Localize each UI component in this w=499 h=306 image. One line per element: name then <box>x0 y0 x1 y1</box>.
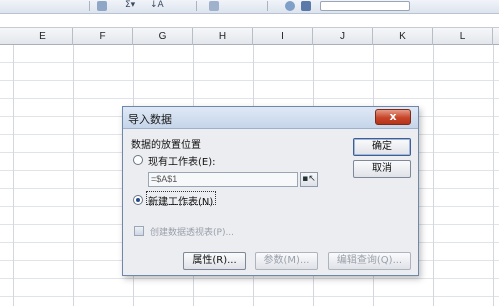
drawing-icon[interactable] <box>301 1 311 11</box>
help-icon[interactable] <box>285 1 295 11</box>
new-sheet-radio[interactable] <box>133 195 143 205</box>
properties-button[interactable]: 属性(R)... <box>183 252 246 270</box>
column-header-g[interactable]: G <box>133 28 193 45</box>
toolbar-separator <box>196 1 197 11</box>
placement-section-label: 数据的放置位置 <box>131 140 201 151</box>
column-header-row: E F G H I J K L <box>0 27 499 45</box>
chart-icon[interactable] <box>209 1 219 11</box>
import-data-dialog: 导入数据 x 数据的放置位置 现有工作表(E): =$A$1 ▪↖ 新建工作表(… <box>122 106 419 276</box>
column-header-i[interactable]: I <box>253 28 313 45</box>
column-header-l[interactable]: L <box>433 28 493 45</box>
cell-reference-input[interactable]: =$A$1 <box>148 172 298 187</box>
column-header-j[interactable]: J <box>313 28 373 45</box>
sort-icon[interactable]: Σ▾ <box>125 0 135 10</box>
range-collapse-icon: ▪↖ <box>302 174 316 184</box>
toolbar: Σ▾ ↓A <box>0 0 499 14</box>
existing-sheet-label[interactable]: 现有工作表(E): <box>148 153 216 168</box>
existing-sheet-radio[interactable] <box>133 155 143 165</box>
close-icon: x <box>389 110 397 123</box>
toolbar-separator <box>89 1 90 11</box>
ok-button[interactable]: 确定 <box>353 138 411 156</box>
create-pivot-link[interactable]: 创建数据透视表(P)... <box>150 225 234 238</box>
pivot-table-icon <box>134 226 144 236</box>
new-sheet-label[interactable]: 新建工作表(N) <box>148 193 213 208</box>
cancel-button[interactable]: 取消 <box>353 160 411 178</box>
zoom-box[interactable] <box>320 1 410 11</box>
toolbar-separator <box>267 1 268 11</box>
column-header-h[interactable]: H <box>193 28 253 45</box>
column-header-e[interactable]: E <box>13 28 73 45</box>
sort-ascending-icon[interactable]: ↓A <box>150 0 164 10</box>
close-button[interactable]: x <box>375 109 411 125</box>
column-header-k[interactable]: K <box>373 28 433 45</box>
dialog-titlebar[interactable]: 导入数据 x <box>123 107 418 129</box>
parameters-button[interactable]: 参数(M)... <box>255 252 318 270</box>
toolbar-button-icon[interactable] <box>97 1 107 11</box>
dialog-title: 导入数据 <box>128 113 172 126</box>
range-collapse-button[interactable]: ▪↖ <box>300 172 318 187</box>
column-header-f[interactable]: F <box>73 28 133 45</box>
edit-query-button[interactable]: 编辑查询(Q)... <box>328 252 411 270</box>
